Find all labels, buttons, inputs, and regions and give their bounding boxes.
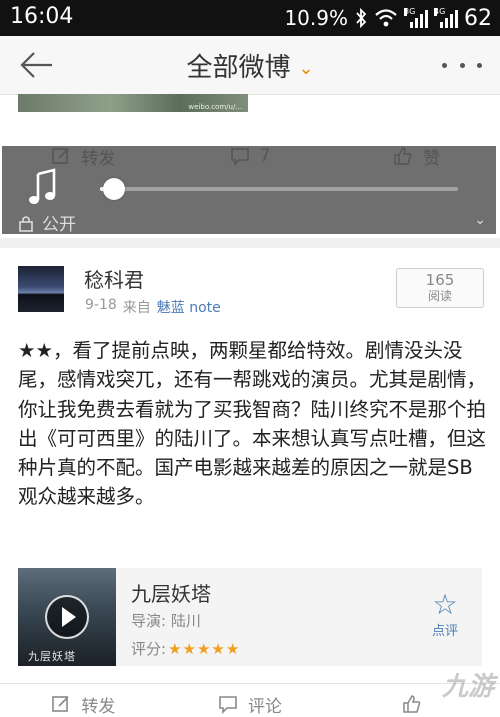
thumbs-up-icon [402,695,420,713]
music-player[interactable]: ⌄ [2,146,496,234]
read-count: 165 [425,271,455,289]
movie-director: 导演: 陆川 [131,612,201,630]
page-title[interactable]: 全部微博 ⌄ [0,47,500,84]
progress-track[interactable] [100,178,458,200]
movie-poster[interactable]: 九层妖塔 [18,568,116,666]
status-icons: 10.9% 3G 4G 62 [284,4,492,32]
rating-star-icon: ★ [211,639,225,658]
rating-stars: ★ ★ ★ ★ ★ [168,640,239,658]
lock-icon [19,215,33,232]
post-actions: 转发 评论 [0,692,500,717]
source-link[interactable]: 魅蓝 note [157,297,221,317]
more-dot-icon [477,62,482,68]
battery-percent: 10.9% [284,6,348,30]
image-watermark: weibo.com/u/... [188,103,242,111]
play-icon[interactable] [45,595,89,639]
comment-icon [219,696,237,714]
repost-label: 转发 [81,696,116,717]
visibility-text: 公开 [42,215,76,235]
music-note-icon [29,168,56,204]
more-button[interactable] [442,48,482,82]
clock: 16:04 [10,4,74,29]
rating-star-icon: ★ [225,639,240,658]
progress-knob[interactable] [103,178,126,200]
previous-post-image[interactable]: weibo.com/u/... [18,94,248,112]
visibility-label: 公开 [18,210,76,235]
title-bar: 全部微博 ⌄ [0,36,500,95]
star-outline-icon: ☆ [432,588,458,621]
comment-label: 评论 [248,696,282,717]
repost-button[interactable]: 转发 [0,692,167,717]
chevron-down-icon[interactable]: ⌄ [474,212,486,228]
wifi-icon [375,9,397,27]
avatar[interactable] [18,266,64,312]
read-count-button[interactable]: 165 阅读 [396,268,484,308]
movie-title[interactable]: 九层妖塔 [131,578,211,607]
post-divider [0,238,500,248]
post-body: ★★，看了提前点映，两颗星都给特效。剧情没头没尾，感情戏突兀，还有一帮跳戏的演员… [18,339,487,509]
review-label: 点评 [431,624,458,639]
comment-button[interactable]: 评论 [167,692,334,717]
more-dot-icon [459,62,465,68]
repost-icon [52,696,69,712]
signal-4g-icon: 4G [434,8,458,28]
movie-rating: 评分: ★ ★ ★ ★ ★ [131,638,239,659]
bluetooth-icon [356,7,367,29]
rating-star-icon: ★ [196,639,211,658]
more-dot-icon [442,62,447,68]
post-meta: 9-18 来自 魅蓝 note [85,297,221,317]
rating-star-icon: ★ [182,639,196,658]
username[interactable]: 稔科君 [84,264,144,293]
battery-level: 62 [464,5,492,31]
watermark-logo: 九游 [441,672,494,702]
status-bar: 16:04 10.9% 3G 4G 62 [0,0,500,36]
actions-divider [0,683,500,684]
chevron-down-icon: ⌄ [298,58,314,79]
read-label: 阅读 [427,289,452,303]
poster-caption: 九层妖塔 [28,650,76,663]
source-prefix: 来自 [122,300,151,316]
rating-label: 评分: [131,640,167,658]
movie-card[interactable]: 九层妖塔 九层妖塔 导演: 陆川 评分: ★ ★ ★ ★ ★ ☆ 点评 [18,568,482,666]
post-date: 9-18 [85,297,117,313]
rating-star-icon: ★ [168,639,182,658]
page-title-label: 全部微博 [186,53,291,83]
signal-3g-icon: 3G [404,8,428,28]
review-button[interactable]: ☆ 点评 [420,588,470,640]
